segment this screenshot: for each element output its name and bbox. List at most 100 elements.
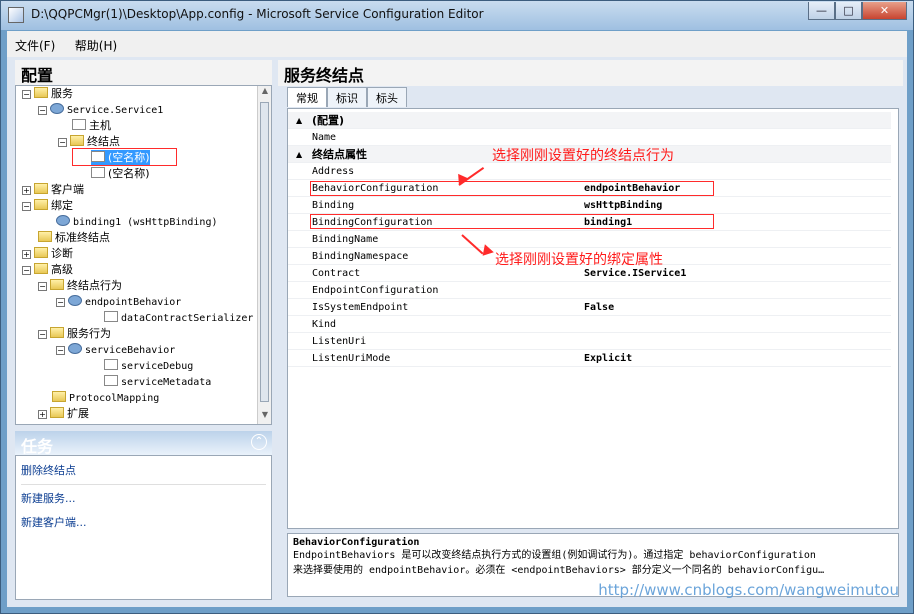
property-row-address[interactable]: Address xyxy=(288,163,891,180)
tasks-panel: 删除终结点 新建服务... 新建客户端... xyxy=(15,455,272,600)
tree-item-advanced[interactable]: − 高级 xyxy=(22,262,73,278)
configuration-tree[interactable]: − 服务 − Service.Service1 主机 − 终结点 (空名称) (空名称… xyxy=(15,85,272,425)
folder-icon xyxy=(38,231,52,242)
folder-icon xyxy=(50,327,64,338)
tree-item-service-debug[interactable]: serviceDebug xyxy=(104,358,193,374)
window-title: D:\QQPCMgr(1)\Desktop\App.config - Micro… xyxy=(31,7,484,21)
collapse-icon[interactable]: − xyxy=(22,90,31,99)
expand-icon[interactable]: + xyxy=(22,186,31,195)
app-window: D:\QQPCMgr(1)\Desktop\App.config - Micro… xyxy=(0,0,914,614)
client-area: 配置 服务终结点 − 服务 − Service.Service1 主机 − 终结点 (… xyxy=(7,57,907,607)
tree-highlight-box xyxy=(72,148,177,166)
expand-icon[interactable]: + xyxy=(38,410,47,419)
tree-item-service-behavior[interactable]: − serviceBehavior xyxy=(56,342,175,358)
scroll-down-icon[interactable]: ▼ xyxy=(258,410,271,424)
doc-icon xyxy=(104,311,118,322)
endpoint-panel-title: 服务终结点 xyxy=(278,60,903,86)
collapse-icon[interactable]: − xyxy=(58,138,67,147)
folder-icon xyxy=(34,183,48,194)
property-row-binding[interactable]: Binding wsHttpBinding xyxy=(288,197,891,214)
property-row-name[interactable]: Name xyxy=(288,129,891,146)
collapse-icon[interactable]: − xyxy=(38,330,47,339)
gear-icon xyxy=(68,295,82,306)
scroll-up-icon[interactable]: ▲ xyxy=(258,86,271,100)
endpoint-tabs: 常规 标识 标头 xyxy=(287,87,407,107)
behavior-highlight-box xyxy=(310,181,714,196)
description-line: 来选择要使用的 endpointBehavior。必须在 <endpointBe… xyxy=(293,565,825,576)
collapse-icon[interactable]: − xyxy=(38,106,47,115)
binding-highlight-box xyxy=(310,214,714,229)
tab-general[interactable]: 常规 xyxy=(287,87,327,107)
collapse-icon[interactable]: − xyxy=(56,298,65,307)
title-bar[interactable]: D:\QQPCMgr(1)\Desktop\App.config - Micro… xyxy=(1,1,913,30)
folder-icon xyxy=(34,247,48,258)
tree-item-service-behaviors[interactable]: − 服务行为 xyxy=(38,326,111,342)
menu-file[interactable]: 文件(F) xyxy=(7,31,63,60)
collapse-chevron-icon[interactable]: ⌃ xyxy=(251,434,267,450)
tree-item-services[interactable]: − 服务 xyxy=(22,86,73,102)
tree-scrollbar[interactable]: ▲ ▼ xyxy=(257,86,271,424)
menu-help[interactable]: 帮助(H) xyxy=(67,31,125,60)
property-row-binding-name[interactable]: BindingName xyxy=(288,231,891,248)
tab-headers[interactable]: 标头 xyxy=(367,87,407,107)
folder-icon xyxy=(52,391,66,402)
tree-item-standard-endpoints[interactable]: 标准终结点 xyxy=(38,230,110,246)
tree-item-empty-endpoint[interactable]: (空名称) xyxy=(91,166,150,182)
description-title: BehaviorConfiguration xyxy=(293,537,420,548)
tree-item-service-metadata[interactable]: serviceMetadata xyxy=(104,374,211,390)
property-grid[interactable]: ▲ (配置) Name ▲ 终结点属性 Address BehaviorConfig… xyxy=(287,108,899,529)
folder-icon xyxy=(50,279,64,290)
property-row-listen-uri-mode[interactable]: ListenUriMode Explicit xyxy=(288,350,891,367)
collapse-icon[interactable]: − xyxy=(56,346,65,355)
doc-icon xyxy=(91,167,105,178)
tree-item-clients[interactable]: + 客户端 xyxy=(22,182,84,198)
expand-icon[interactable]: + xyxy=(22,250,31,259)
section-collapse-icon[interactable]: ▲ xyxy=(296,112,302,129)
tree-item-host[interactable]: 主机 xyxy=(72,118,111,134)
collapse-icon[interactable]: − xyxy=(22,266,31,275)
new-service-task[interactable]: 新建服务... xyxy=(21,490,76,506)
tree-scroll-thumb[interactable] xyxy=(260,102,269,402)
app-icon xyxy=(8,7,24,23)
folder-icon xyxy=(34,199,48,210)
property-row-is-system-endpoint[interactable]: IsSystemEndpoint False xyxy=(288,299,891,316)
property-row-kind[interactable]: Kind xyxy=(288,316,891,333)
tree-item-protocol-mapping[interactable]: ProtocolMapping xyxy=(52,390,159,406)
endpoint-behavior-annotation: 选择刚刚设置好的终结点行为 xyxy=(492,148,674,164)
doc-icon xyxy=(72,119,86,130)
folder-icon xyxy=(50,407,64,418)
tab-identity[interactable]: 标识 xyxy=(327,87,367,107)
property-row-endpoint-configuration[interactable]: EndpointConfiguration xyxy=(288,282,891,299)
doc-icon xyxy=(104,375,118,386)
new-client-task[interactable]: 新建客户端... xyxy=(21,514,87,530)
watermark-url: http://www.cnblogs.com/wangweimutou xyxy=(598,581,899,599)
property-section-configuration[interactable]: ▲ (配置) xyxy=(288,112,891,129)
property-row-listen-uri[interactable]: ListenUri xyxy=(288,333,891,350)
section-collapse-icon[interactable]: ▲ xyxy=(296,146,302,163)
tasks-title: 任务 ⌃ xyxy=(15,431,272,456)
description-line: EndpointBehaviors 是可以改变终结点执行方式的设置组(例如调试行… xyxy=(293,550,816,561)
menu-bar: 文件(F) 帮助(H) xyxy=(7,31,907,57)
folder-icon xyxy=(70,135,84,146)
delete-endpoint-task[interactable]: 删除终结点 xyxy=(21,462,76,478)
tree-item-endpoint-behavior[interactable]: − endpointBehavior xyxy=(56,294,181,310)
minimize-button[interactable]: — xyxy=(808,2,835,20)
collapse-icon[interactable]: − xyxy=(38,282,47,291)
binding-annotation: 选择刚刚设置好的绑定属性 xyxy=(495,252,663,268)
tree-item-bindings[interactable]: − 绑定 xyxy=(22,198,73,214)
task-separator xyxy=(21,484,266,485)
tree-item-binding1[interactable]: binding1 (wsHttpBinding) xyxy=(56,214,218,230)
collapse-icon[interactable]: − xyxy=(22,202,31,211)
folder-icon xyxy=(34,87,48,98)
tree-item-service[interactable]: − Service.Service1 xyxy=(38,102,163,118)
tree-item-diagnostics[interactable]: + 诊断 xyxy=(22,246,73,262)
gear-icon xyxy=(68,343,82,354)
tree-item-endpoint-behaviors[interactable]: − 终结点行为 xyxy=(38,278,122,294)
folder-icon xyxy=(34,263,48,274)
tree-item-extensions[interactable]: + 扩展 xyxy=(38,406,89,422)
configuration-panel-title: 配置 xyxy=(15,60,272,86)
tree-item-data-contract-serializer[interactable]: dataContractSerializer xyxy=(104,310,253,326)
close-button[interactable]: ✕ xyxy=(862,2,907,20)
maximize-button[interactable]: □ xyxy=(835,2,862,20)
doc-icon xyxy=(104,359,118,370)
